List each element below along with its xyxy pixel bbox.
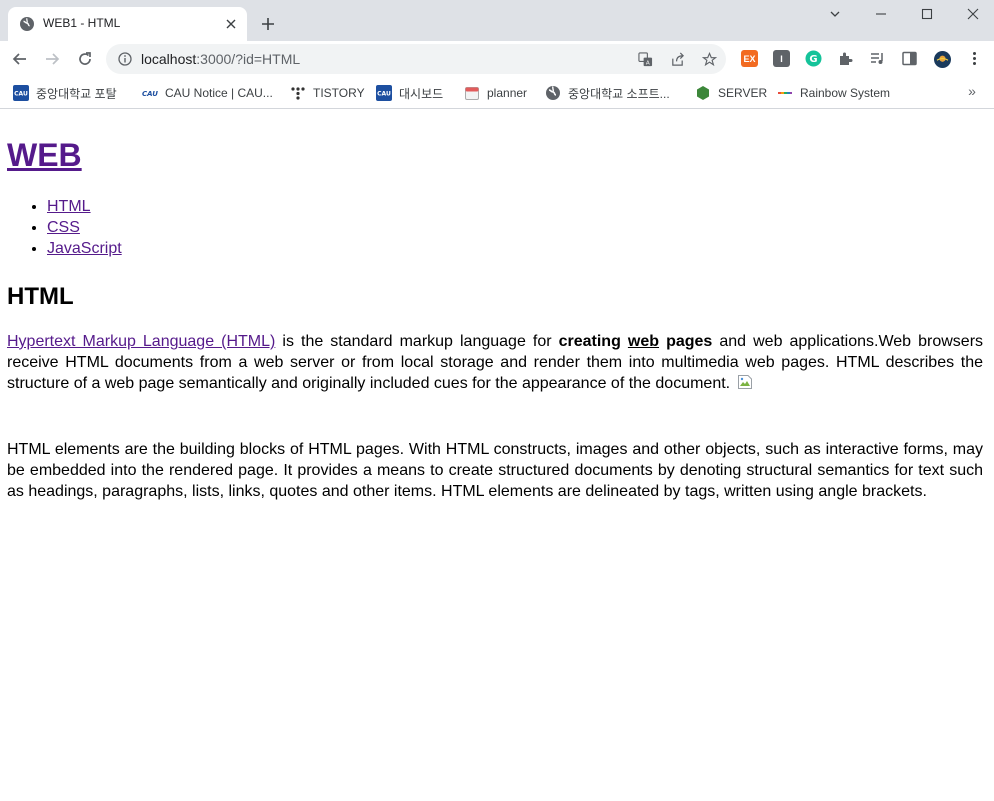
avatar[interactable] (931, 48, 953, 70)
grammarly-icon[interactable]: G (805, 50, 822, 67)
tab-title: WEB1 - HTML (43, 16, 121, 30)
tab-search-icon[interactable] (812, 0, 858, 28)
close-icon[interactable] (223, 16, 239, 32)
side-panel-icon[interactable] (901, 50, 918, 67)
nav-link-css[interactable]: CSS (47, 219, 80, 236)
extension-i-icon[interactable]: I (773, 50, 790, 67)
chevron-right-icon[interactable]: » (964, 83, 980, 99)
elements-paragraph: HTML elements are the building blocks of… (7, 441, 983, 500)
list-item: HTML (47, 196, 122, 217)
tab-strip: WEB1 - HTML (0, 0, 994, 41)
bookmark-server[interactable]: SERVER (695, 83, 767, 103)
url-host: localhost (141, 51, 197, 67)
bold-text: creating web pages (559, 333, 713, 350)
maximize-icon[interactable] (904, 0, 950, 28)
window-close-icon[interactable] (950, 0, 994, 28)
broken-image-icon (737, 374, 753, 390)
cau-logo-icon: CAU (13, 85, 29, 101)
url-text[interactable]: localhost:3000/?id=HTML (141, 51, 300, 67)
bookmark-label: Rainbow System (800, 86, 891, 100)
nav-list: HTML CSS JavaScript (7, 196, 122, 259)
bookmark-label: 대시보드 (399, 86, 444, 101)
list-item: CSS (47, 217, 122, 238)
reload-icon[interactable] (75, 49, 95, 69)
bold-text-part: pages (659, 333, 713, 350)
underlined-text: web (627, 333, 660, 350)
browser-tab[interactable]: WEB1 - HTML (8, 7, 247, 41)
intro-paragraph: Hypertext Markup Language (HTML) is the … (7, 331, 983, 394)
cau-logo-icon: CAU (376, 85, 392, 101)
back-icon[interactable] (10, 49, 30, 69)
translate-icon[interactable]: A (637, 51, 653, 67)
page-content: WEB HTML CSS JavaScript HTML Hypertext M… (0, 110, 994, 801)
svg-text:CAU: CAU (377, 91, 391, 98)
calendar-icon (464, 85, 480, 101)
bookmark-label: 중앙대학교 소프트... (568, 86, 670, 101)
globe-icon (20, 17, 34, 31)
bookmark-label: planner (487, 86, 528, 100)
page-heading: HTML (7, 283, 74, 310)
svg-text:CAU: CAU (14, 91, 28, 98)
bookmark-tistory[interactable]: TISTORY (290, 83, 365, 103)
svg-text:A: A (645, 60, 649, 66)
html-wiki-link[interactable]: Hypertext Markup Language (HTML) (7, 333, 275, 350)
minimize-icon[interactable] (858, 0, 904, 28)
media-control-icon[interactable] (869, 50, 886, 67)
site-title-link[interactable]: WEB (7, 137, 82, 173)
address-bar[interactable]: localhost:3000/?id=HTML A (106, 44, 726, 74)
site-info-icon[interactable] (118, 52, 132, 66)
bookmark-planner[interactable]: planner (464, 83, 527, 103)
bookmark-rainbow-system[interactable]: Rainbow System (777, 83, 890, 103)
bookmarks-bar: CAU 중앙대학교 포탈 CAU CAU Notice | CAU... TIS… (0, 77, 994, 109)
bold-text-part: creating (558, 333, 628, 350)
tistory-icon (290, 85, 306, 101)
new-tab-button[interactable] (258, 14, 278, 34)
bookmark-label: 중앙대학교 포탈 (36, 86, 117, 101)
bookmark-label: SERVER (718, 86, 768, 100)
nav-link-javascript[interactable]: JavaScript (47, 240, 122, 257)
svg-text:G: G (809, 54, 817, 65)
svg-text:CAU: CAU (142, 90, 158, 98)
url-path: :3000/?id=HTML (196, 51, 301, 67)
bookmark-cau-notice[interactable]: CAU CAU Notice | CAU... (142, 83, 273, 103)
bookmark-cau-software[interactable]: 중앙대학교 소프트... (545, 83, 670, 103)
nodejs-icon (695, 85, 711, 101)
list-item: JavaScript (47, 238, 122, 259)
share-icon[interactable] (669, 51, 685, 67)
extensions-puzzle-icon[interactable] (837, 50, 854, 67)
bookmark-cau-portal[interactable]: CAU 중앙대학교 포탈 (13, 83, 117, 103)
browser-toolbar: localhost:3000/?id=HTML A EX I G (0, 41, 994, 77)
cau-notice-icon: CAU (142, 85, 158, 101)
rainbow-icon (777, 85, 793, 101)
bookmark-dashboard[interactable]: CAU 대시보드 (376, 83, 443, 103)
nav-link-html[interactable]: HTML (47, 198, 91, 215)
bookmark-label: CAU Notice | CAU... (165, 86, 273, 100)
forward-icon[interactable] (42, 49, 62, 69)
menu-icon[interactable] (966, 50, 983, 67)
star-icon[interactable] (701, 51, 717, 67)
bookmark-label: TISTORY (313, 86, 365, 100)
paragraph-text: is the standard markup language for (275, 333, 559, 350)
globe-icon (545, 85, 561, 101)
extension-ex-icon[interactable]: EX (741, 50, 758, 67)
site-title: WEB (7, 136, 82, 174)
